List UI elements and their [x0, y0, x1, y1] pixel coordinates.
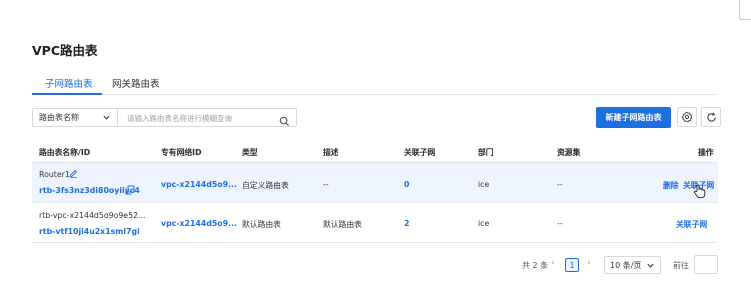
- column-header-resource-set: 资源集: [557, 148, 581, 157]
- current-page-button[interactable]: 1: [565, 258, 579, 272]
- column-header-description: 描述: [323, 148, 339, 157]
- associated-subnets-count[interactable]: 0: [404, 180, 409, 189]
- route-table-id[interactable]: rtb-vtf10ji4u2x1sml7gi: [39, 227, 140, 236]
- edit-icon[interactable]: [69, 169, 78, 180]
- row-divider: [32, 242, 718, 243]
- next-page-icon[interactable]: ›: [587, 258, 591, 268]
- tab-gateway-route-table[interactable]: 网关路由表: [112, 76, 160, 90]
- vpc-id-link[interactable]: vpc-x2144d5o9...: [161, 219, 237, 228]
- refresh-icon: [706, 108, 717, 127]
- refresh-button[interactable]: [701, 107, 721, 127]
- resource-set: --: [557, 180, 563, 189]
- page-size-value: 10 条/页: [610, 260, 642, 270]
- prev-page-icon[interactable]: ‹: [551, 258, 555, 268]
- search-icon[interactable]: [279, 112, 290, 131]
- delete-button[interactable]: 删除: [663, 180, 679, 191]
- gear-icon: [681, 108, 693, 127]
- associate-subnet-button[interactable]: 关联子网: [676, 219, 707, 230]
- hand-cursor-icon: [693, 184, 706, 201]
- search-field-select[interactable]: 路由表名称: [32, 108, 118, 127]
- vpc-id-link[interactable]: vpc-x2144d5o9...: [161, 180, 237, 189]
- route-table-type: 自定义路由表: [242, 181, 289, 190]
- copy-icon[interactable]: [125, 185, 135, 197]
- pagination-total: 共 2 条: [522, 261, 549, 270]
- column-header-actions: 操作: [698, 148, 714, 157]
- column-header-department: 部门: [478, 148, 494, 157]
- tab-bar: 子网路由表 网关路由表: [32, 69, 718, 95]
- goto-page-input[interactable]: [694, 255, 718, 274]
- route-table-description: --: [323, 180, 329, 189]
- route-table-name: Router1: [39, 170, 70, 179]
- page-size-select[interactable]: 10 条/页: [604, 256, 661, 274]
- department: ice: [478, 180, 490, 189]
- associated-subnets-count[interactable]: 2: [404, 219, 409, 228]
- create-route-table-button[interactable]: 新建子网路由表: [596, 107, 671, 128]
- search-input[interactable]: [118, 109, 279, 128]
- route-table-type: 默认路由表: [242, 220, 281, 229]
- column-header-name: 路由表名称/ID: [39, 148, 91, 157]
- goto-label: 前往: [673, 261, 689, 270]
- tab-subnet-route-table[interactable]: 子网路由表: [45, 76, 93, 90]
- search-box: [117, 108, 297, 128]
- column-header-type: 类型: [242, 148, 258, 157]
- column-header-subnets: 关联子网: [404, 148, 436, 157]
- page-title: VPC路由表: [32, 43, 98, 58]
- chevron-down-icon: [646, 261, 655, 272]
- window-corner: [739, 0, 751, 20]
- route-table-name: rtb-vpc-x2144d5o9o9e52...: [39, 211, 146, 220]
- resource-set: --: [557, 219, 563, 228]
- department: ice: [478, 219, 490, 228]
- search-field-value: 路由表名称: [39, 113, 79, 122]
- column-header-vpc: 专有网络ID: [161, 148, 202, 157]
- route-table-description: 默认路由表: [323, 220, 362, 229]
- settings-button[interactable]: [677, 107, 697, 127]
- chevron-down-icon: [102, 113, 111, 124]
- active-tab-indicator: [32, 93, 102, 95]
